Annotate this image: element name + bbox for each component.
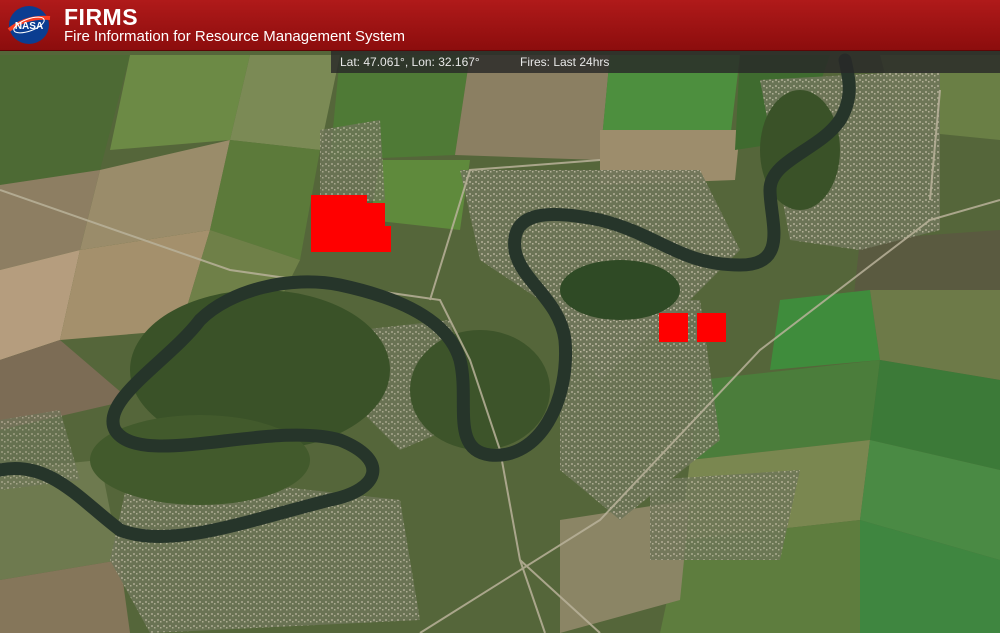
app-subtitle: Fire Information for Resource Management…: [64, 28, 405, 45]
map-status-bar: Lat: 47.061°, Lon: 32.167° Fires: Last 2…: [331, 51, 1000, 73]
app-header: NASA FIRMS Fire Information for Resource…: [0, 0, 1000, 51]
app-title: FIRMS: [64, 4, 139, 30]
fire-detection-marker: [697, 313, 726, 342]
fire-detection-marker: [659, 313, 688, 342]
fires-filter-label[interactable]: Fires: Last 24hrs: [520, 55, 609, 69]
satellite-map[interactable]: [0, 50, 1000, 633]
fire-detection-marker: [311, 195, 391, 252]
nasa-logo-text: NASA: [15, 21, 43, 32]
coordinates-readout: Lat: 47.061°, Lon: 32.167°: [340, 55, 480, 69]
nasa-logo[interactable]: NASA: [6, 4, 52, 46]
